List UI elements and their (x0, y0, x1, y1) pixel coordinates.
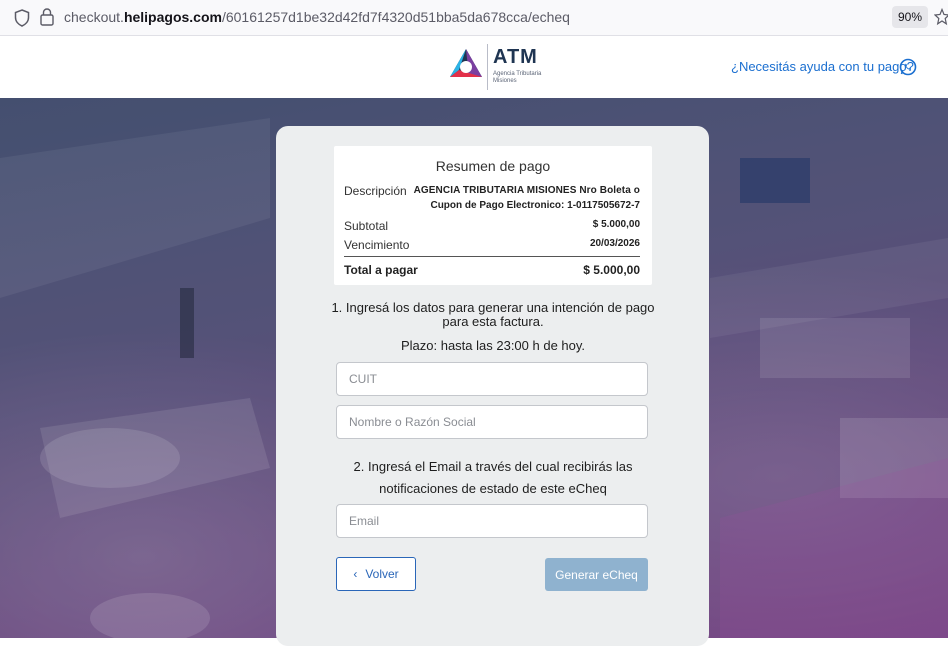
due-date-value: 20/03/2026 (589, 238, 640, 249)
url-path: /60161257d1be32d42fd7f4320d51bba5da678cc… (221, 9, 570, 25)
cuit-input[interactable] (336, 362, 648, 396)
email-input[interactable] (336, 504, 648, 538)
due-date-label: Vencimiento (344, 238, 410, 252)
description-value-line1: AGENCIA TRIBUTARIA MISIONES Nro Boleta o (413, 185, 640, 196)
bookmark-star-icon[interactable] (934, 8, 948, 26)
payment-summary: Resumen de pago Descripción AGENCIA TRIB… (334, 146, 652, 285)
total-value: $ 5.000,00 (583, 263, 640, 277)
total-label: Total a pagar (344, 263, 418, 277)
back-button[interactable]: ‹ Volver (336, 557, 416, 591)
logo-subtitle: Agencia Tributaria Misiones (493, 71, 542, 84)
zoom-level-button[interactable]: 90% (892, 6, 928, 28)
summary-title: Resumen de pago (435, 158, 551, 174)
subtotal-value: $ 5.000,00 (592, 219, 640, 230)
tracking-shield-icon[interactable] (14, 9, 30, 27)
subtotal-label: Subtotal (344, 219, 389, 233)
description-label: Descripción (344, 184, 407, 198)
url-field[interactable]: checkout.helipagos.com/60161257d1be32d42… (64, 9, 570, 25)
description-value-line2: Cupon de Pago Electronico: 1-0117505672-… (430, 200, 640, 211)
logo-title: ATM (493, 46, 538, 68)
atm-logo-icon (450, 49, 482, 77)
summary-divider (344, 256, 640, 257)
back-button-label: Volver (365, 567, 399, 581)
name-input[interactable] (336, 405, 648, 439)
lock-icon[interactable] (40, 8, 54, 26)
site-header: ATM Agencia Tributaria Misiones ¿Necesit… (0, 36, 948, 98)
logo-divider (487, 44, 488, 90)
url-prefix: checkout. (64, 9, 124, 25)
url-domain: helipagos.com (123, 9, 222, 25)
browser-address-bar: checkout.helipagos.com/60161257d1be32d42… (0, 0, 948, 36)
step1-instructions: 1. Ingresá los datos para generar una in… (331, 300, 655, 329)
chevron-left-icon: ‹ (353, 567, 358, 581)
deadline-text: Plazo: hasta las 23:00 h de hoy. (400, 338, 586, 353)
generate-echeq-button[interactable]: Generar eCheq (545, 558, 648, 591)
help-link[interactable]: ¿Necesitás ayuda con tu pago? (731, 59, 914, 74)
step2-instructions: 2. Ingresá el Email a través del cual re… (353, 459, 633, 496)
whatsapp-icon[interactable] (899, 58, 917, 76)
